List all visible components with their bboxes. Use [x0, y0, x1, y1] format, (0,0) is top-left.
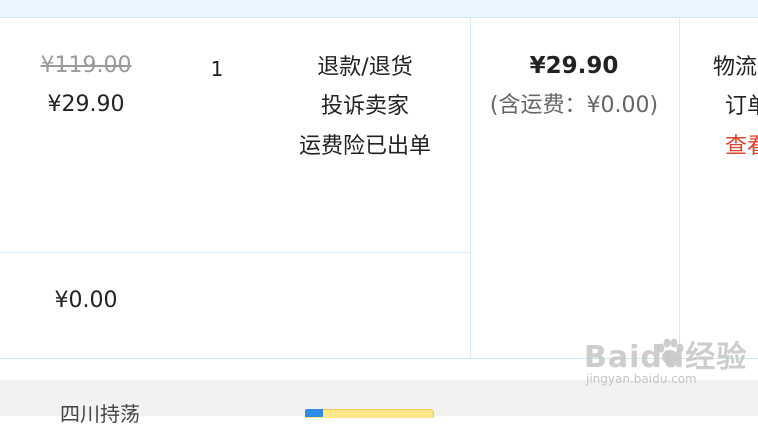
order-table: ¥119.00 ¥29.90 1 退款/退货 投诉卖家 运费险已出单 ¥29.9…: [0, 18, 758, 359]
paw-icon: [657, 338, 684, 364]
view-logistics-link[interactable]: 查看: [725, 134, 758, 160]
subtotal-price: ¥29.90: [529, 53, 619, 79]
column-divider: [679, 18, 680, 358]
shipping-note: (含运费：¥0.00): [489, 93, 659, 118]
original-price: ¥119.00: [40, 53, 132, 78]
action-button-edge[interactable]: [305, 409, 434, 418]
row-divider: [0, 252, 470, 253]
quantity: 1: [210, 57, 224, 81]
table-header-band: [0, 0, 758, 18]
complain-seller-link[interactable]: 投诉卖家: [321, 94, 409, 120]
baidu-watermark: Baidu经验 jingyan.baidu.com: [584, 332, 747, 386]
order-details-link[interactable]: 订单: [725, 94, 758, 120]
discount-amount: ¥0.00: [54, 288, 118, 313]
column-divider: [470, 18, 471, 358]
refund-return-link[interactable]: 退款/退货: [317, 55, 412, 81]
watermark-url: jingyan.baidu.com: [586, 372, 697, 386]
footer-partial-label: 四川持荡: [60, 402, 140, 426]
freight-insurance-link[interactable]: 运费险已出单: [299, 134, 431, 160]
unit-price: ¥29.90: [47, 92, 125, 117]
logistics-label: 物流: [713, 55, 758, 80]
